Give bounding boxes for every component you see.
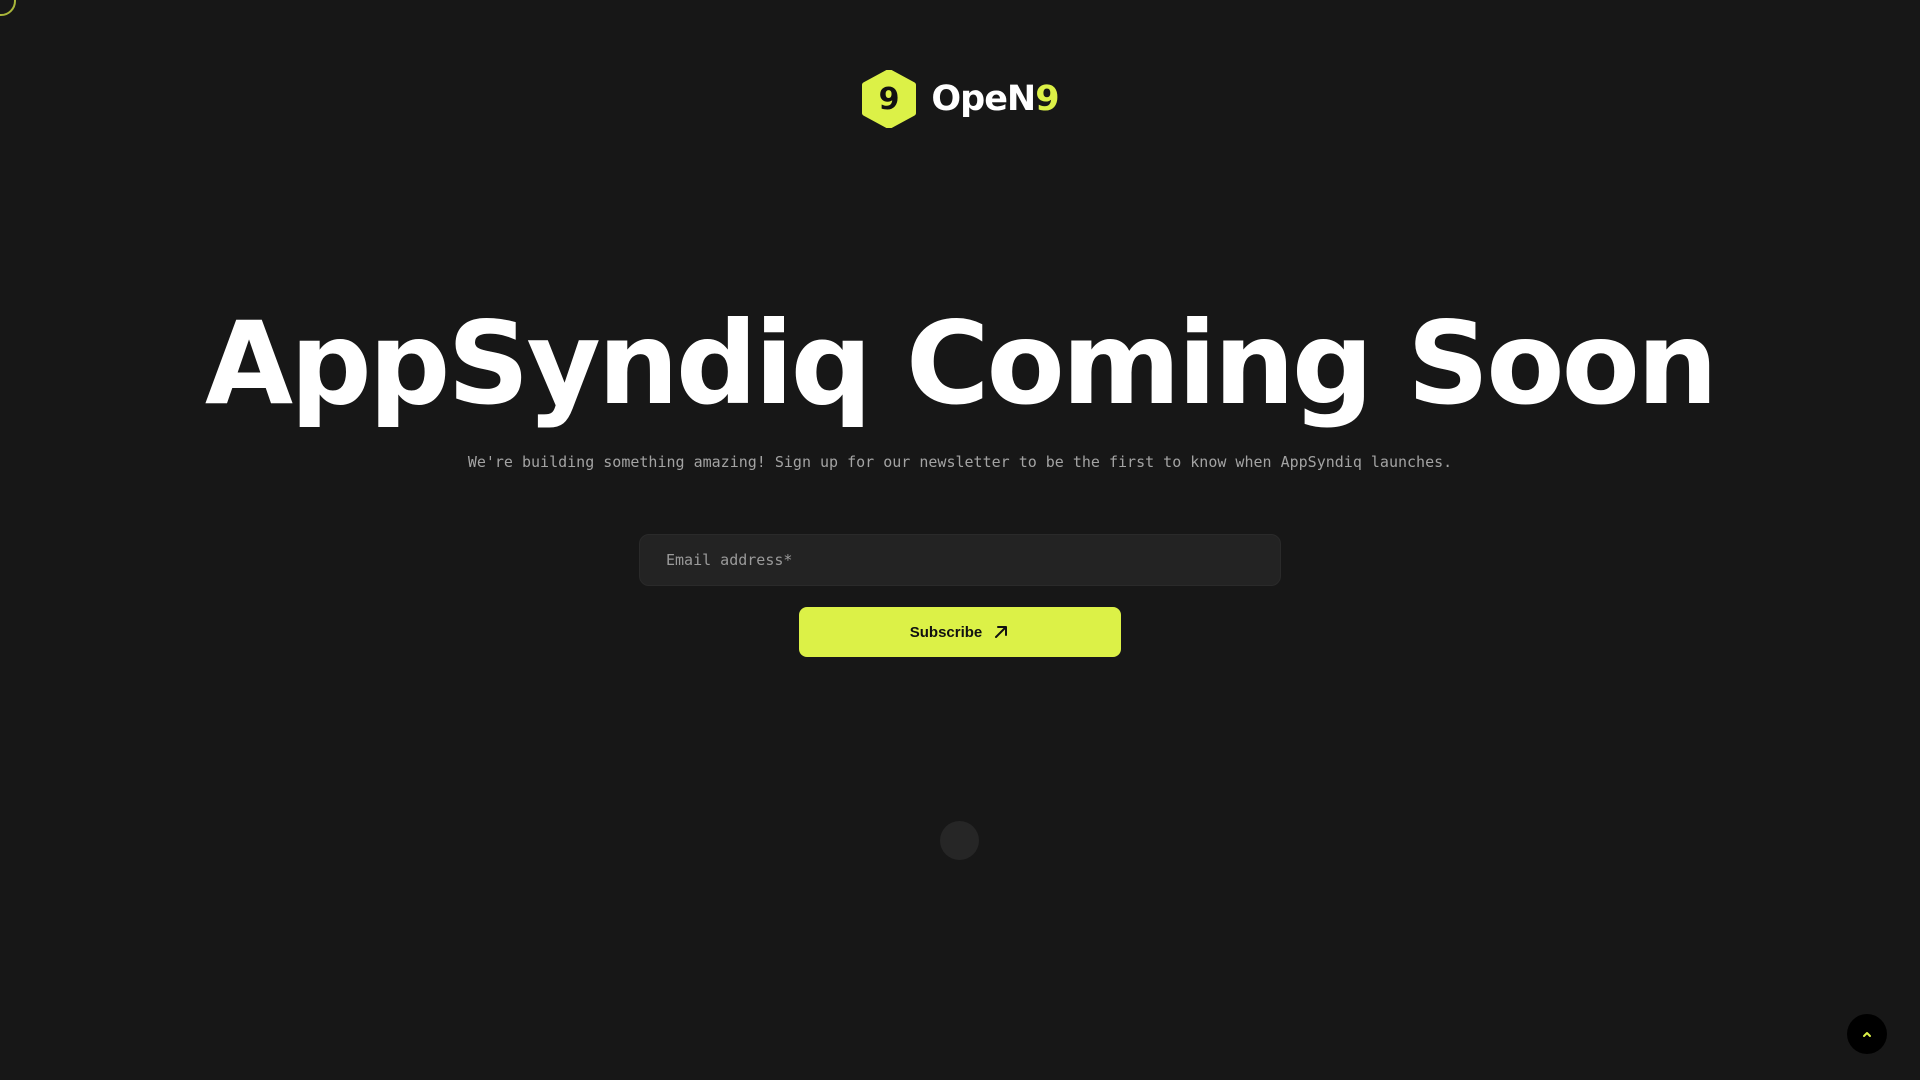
brand-name-main: OpeN <box>931 79 1036 119</box>
brand-logo[interactable]: 9 OpeN9 <box>0 70 1920 128</box>
page-subtitle: We're building something amazing! Sign u… <box>467 453 1453 471</box>
chevron-up-icon <box>1863 1032 1871 1037</box>
page-title: AppSyndiq Coming Soon <box>204 297 1718 430</box>
email-field[interactable] <box>639 534 1281 586</box>
loading-indicator <box>940 821 979 860</box>
logo-hexagon-icon: 9 <box>862 70 917 128</box>
brand-name: OpeN9 <box>931 79 1059 119</box>
logo-glyph: 9 <box>879 82 900 117</box>
arrow-up-right-icon <box>995 626 1008 638</box>
page: 9 OpeN9 AppSyndiq Coming Soon We're buil… <box>0 0 1920 1080</box>
scroll-to-top-button[interactable] <box>1847 1014 1887 1054</box>
subscribe-button[interactable]: Subscribe <box>799 607 1121 657</box>
brand-name-accent: 9 <box>1035 79 1059 119</box>
cursor-ring-icon <box>0 0 16 16</box>
subscribe-label: Subscribe <box>909 623 983 641</box>
